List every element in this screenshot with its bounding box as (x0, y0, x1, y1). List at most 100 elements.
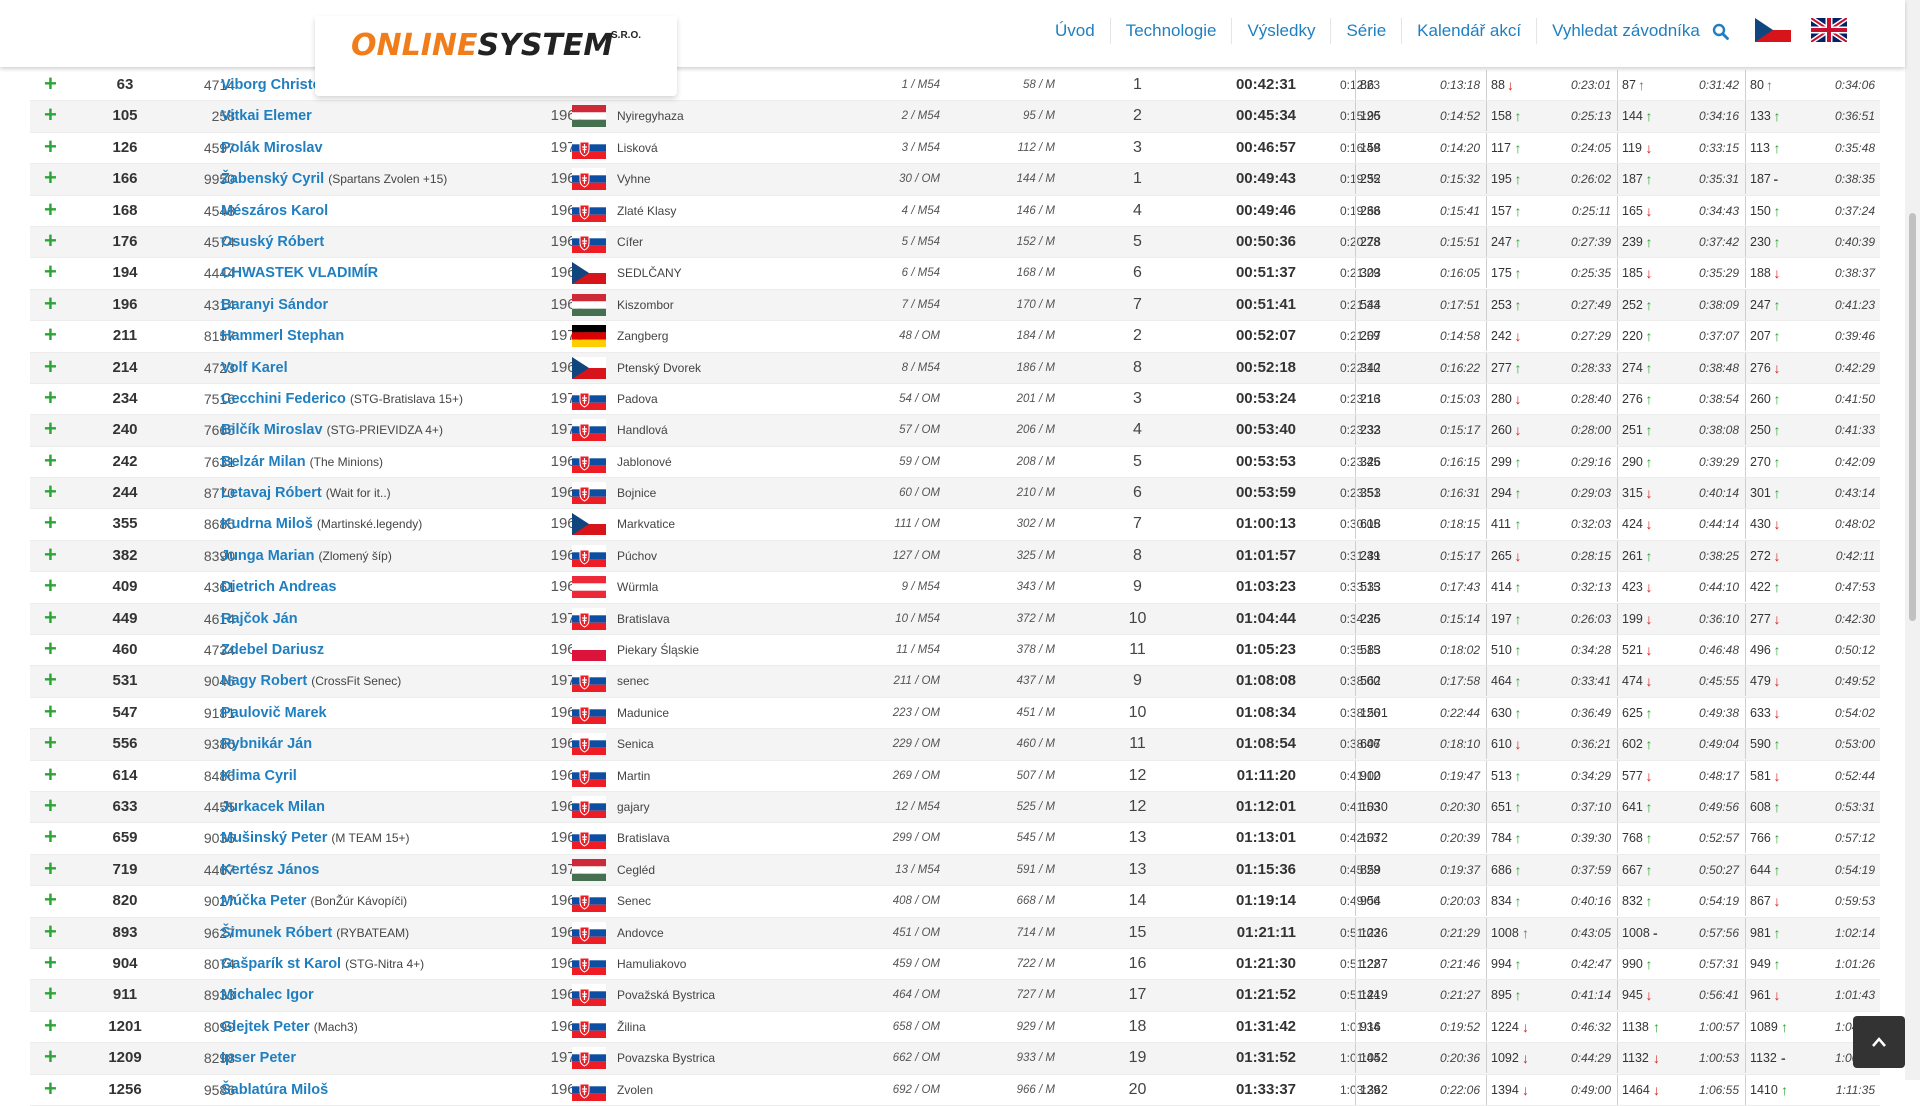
split-cell: 867 ↓ 0:59:53 (1745, 886, 1881, 917)
split-cell: 513 ↑ 0:34:29 (1486, 760, 1617, 791)
finish-time: 00:42:31 (1235, 76, 1296, 93)
table-row: +547 9181 Paulovič Marek 1967 Madunice 223 /… (30, 697, 1880, 730)
racer-name-link[interactable]: Hammerl Stephan (221, 321, 344, 351)
expand-row-icon[interactable]: + (44, 792, 57, 820)
split-time: 0:40:14 (1698, 486, 1739, 501)
expand-row-icon[interactable]: + (44, 1075, 57, 1103)
nav-technologie[interactable]: Technologie (1111, 18, 1233, 44)
expand-row-icon[interactable]: + (44, 227, 57, 255)
expand-row-icon[interactable]: + (44, 1043, 57, 1071)
expand-row-icon[interactable]: + (44, 509, 57, 537)
cz-flag-icon[interactable] (1755, 18, 1791, 42)
expand-row-icon[interactable]: + (44, 321, 57, 349)
racer-name-link[interactable]: Cecchini Federico (STG-Bratislava 15+) (221, 384, 463, 414)
split-cell: 1394 ↓ 0:49:00 (1486, 1074, 1617, 1105)
expand-row-icon[interactable]: + (44, 258, 57, 286)
expand-row-icon[interactable]: + (44, 1012, 57, 1040)
racer-name-link[interactable]: Mészáros Karol (221, 196, 328, 226)
expand-row-icon[interactable]: + (44, 447, 57, 475)
expand-row-icon[interactable]: + (44, 415, 57, 443)
expand-row-icon[interactable]: + (44, 101, 57, 129)
racer-name-link[interactable]: Žabenský Cyril (Spartans Zvolen +15) (221, 164, 447, 194)
expand-row-icon[interactable]: + (44, 478, 57, 506)
racer-name-link[interactable]: Vitkai Elemer (221, 101, 312, 131)
racer-name-link[interactable]: Ipser Peter (221, 1043, 296, 1073)
racer-name-link[interactable]: Gašparík st Karol (STG-Nitra 4+) (221, 949, 424, 979)
expand-row-icon[interactable]: + (44, 729, 57, 757)
racer-name-link[interactable]: Bilčík Miroslav (STG-PRIEVIDZA 4+) (221, 415, 443, 445)
racer-name-link[interactable]: Belzár Milan (The Minions) (221, 447, 383, 477)
nav-vysledky[interactable]: Výsledky (1232, 18, 1332, 44)
expand-row-icon[interactable]: + (44, 698, 57, 726)
split-cell: 496 ↑ 0:50:12 (1745, 635, 1881, 666)
expand-row-icon[interactable]: + (44, 918, 57, 946)
expand-row-icon[interactable]: + (44, 196, 57, 224)
expand-row-icon[interactable]: + (44, 133, 57, 161)
expand-row-icon[interactable]: + (44, 761, 57, 789)
racer-name-link[interactable]: Zdebel Dariusz (221, 635, 324, 665)
overall-place: 633 (112, 797, 138, 815)
split-cell: 602 ↑ 0:49:04 (1617, 729, 1745, 760)
racer-name-link[interactable]: Kertész János (221, 855, 319, 885)
racer-name-link[interactable]: Nagy Robert (CrossFit Senec) (221, 666, 401, 696)
town: Padova (617, 391, 658, 406)
site-logo[interactable]: ONLINESYSTEM S.R.O. (315, 16, 677, 96)
expand-row-icon[interactable]: + (44, 164, 57, 192)
racer-name-link[interactable]: Osuský Róbert (221, 227, 324, 257)
nav-uvod[interactable]: Úvod (1040, 18, 1111, 44)
racer-name-link[interactable]: Junga Marian (Zlomený šíp) (221, 541, 392, 571)
nav-serie[interactable]: Série (1331, 18, 1403, 44)
racer-name-link[interactable]: Mušinský Peter (M TEAM 15+) (221, 823, 410, 853)
expand-row-icon[interactable]: + (44, 604, 57, 632)
expand-row-icon[interactable]: + (44, 384, 57, 412)
nav-kalendar[interactable]: Kalendář akcí (1402, 18, 1538, 44)
racer-name-link[interactable]: CHWASTEK VLADIMÍR (221, 258, 378, 288)
racer-name-link[interactable]: Rajčok Ján (221, 604, 298, 634)
uk-flag-icon[interactable] (1811, 18, 1847, 42)
back-to-top-button[interactable] (1853, 1016, 1905, 1068)
expand-row-icon[interactable]: + (44, 823, 57, 851)
expand-row-icon[interactable]: + (44, 353, 57, 381)
rank-up-arrow-icon: ↑ (1645, 453, 1653, 470)
racer-name-link[interactable]: Kudrna Miloš (Martinské.legendy) (221, 509, 422, 539)
split-time: 0:26:02 (1570, 172, 1611, 187)
expand-row-icon[interactable]: + (44, 980, 57, 1008)
racer-name-link[interactable]: Múčka Peter (BonŽúr Kávopíči) (221, 886, 407, 916)
search-icon[interactable] (1712, 23, 1729, 40)
expand-row-icon[interactable]: + (44, 572, 57, 600)
expand-row-icon[interactable]: + (44, 666, 57, 694)
racer-name-link[interactable]: Rybnikár Ján (221, 729, 312, 759)
racer-name-link[interactable]: Paulovič Marek (221, 698, 327, 728)
racer-name-link[interactable]: Baranyi Sándor (221, 290, 328, 320)
expand-row-icon[interactable]: + (44, 290, 57, 318)
racer-name-link[interactable]: Šimunek Róbert (RYBATEAM) (221, 918, 409, 948)
split-rank: 768 (1622, 831, 1643, 846)
expand-row-icon[interactable]: + (44, 949, 57, 977)
split-rank: 207 (1750, 329, 1771, 344)
split-cell: 144 ↑ 0:34:16 (1617, 101, 1745, 132)
split-rank: 422 (1750, 580, 1771, 595)
nav-vyhledat[interactable]: Vyhledat závodníka (1537, 18, 1708, 44)
overall-place: 194 (112, 264, 138, 282)
racer-name-link[interactable]: Michalec Igor (221, 980, 314, 1010)
scrollbar-thumb[interactable] (1909, 213, 1916, 621)
racer-name-link[interactable]: Klima Cyril (221, 761, 297, 791)
expand-row-icon[interactable]: + (44, 541, 57, 569)
racer-name-link[interactable]: Glejtek Peter (Mach3) (221, 1012, 358, 1042)
expand-row-icon[interactable]: + (44, 886, 57, 914)
expand-row-icon[interactable]: + (44, 635, 57, 663)
racer-name-link[interactable]: Letavaj Róbert (Wait for it..) (221, 478, 391, 508)
page-scrollbar[interactable] (1905, 0, 1920, 1080)
racer-name-link[interactable]: Polák Miroslav (221, 133, 323, 163)
racer-name-link[interactable]: Šablatúra Miloš (221, 1075, 328, 1105)
split-time: 0:38:35 (1834, 172, 1875, 187)
racer-name-link[interactable]: Jurkacek Milan (221, 792, 325, 822)
racer-name-link[interactable]: Dietrich Andreas (221, 572, 337, 602)
expand-row-icon[interactable]: + (44, 855, 57, 883)
split-rank: 207 (1360, 329, 1381, 344)
split-cell: 590 ↑ 0:53:00 (1745, 729, 1881, 760)
gender-rank: 208 / M (1016, 455, 1055, 468)
racer-name-link[interactable]: Volf Karel (221, 353, 288, 383)
expand-row-icon[interactable]: + (44, 70, 57, 98)
split-rank: 290 (1622, 454, 1643, 469)
